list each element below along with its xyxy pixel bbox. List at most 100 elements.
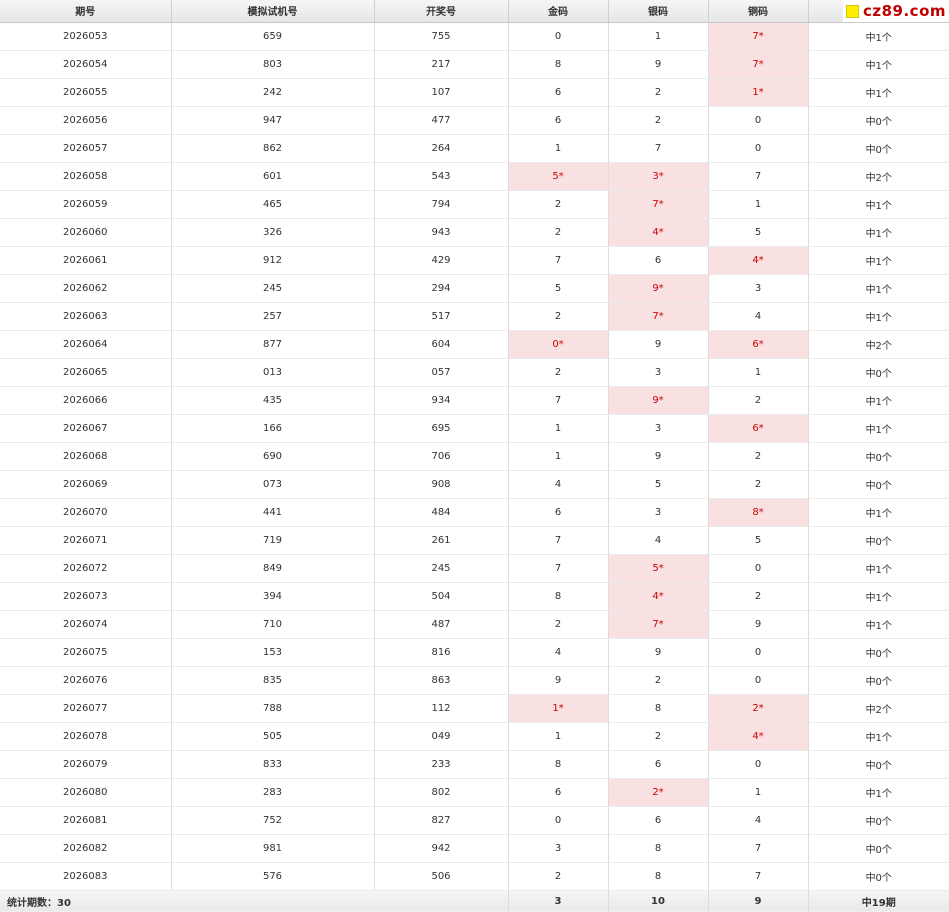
- summary-gold-total: 3: [508, 889, 609, 912]
- bronze-code-cell: 1: [708, 778, 809, 807]
- gold-code-cell: 2: [508, 610, 609, 639]
- table-body: 2026053 659 755 0 1 7* 中1个 2026054 803 217 8 9 7* 中1个…: [0, 22, 949, 891]
- table-row: 2026060 326 943 2 4* 5 中1个: [0, 218, 949, 247]
- result-cell: 中0个: [808, 862, 949, 891]
- silver-code-cell: 9*: [608, 274, 709, 303]
- sim-number-cell: 257: [171, 302, 375, 331]
- result-cell: 中1个: [808, 50, 949, 79]
- result-cell: 中0个: [808, 526, 949, 555]
- period-cell: 2026057: [0, 134, 172, 163]
- gold-code-cell: 5*: [508, 162, 609, 191]
- bronze-code-cell: 2: [708, 442, 809, 471]
- site-logo[interactable]: cz89.com: [843, 0, 949, 22]
- period-cell: 2026079: [0, 750, 172, 779]
- silver-code-cell: 4: [608, 526, 709, 555]
- result-cell: 中1个: [808, 722, 949, 751]
- table-row: 2026063 257 517 2 7* 4 中1个: [0, 302, 949, 331]
- gold-code-cell: 7: [508, 386, 609, 415]
- sim-number-cell: 835: [171, 666, 375, 695]
- sim-number-cell: 601: [171, 162, 375, 191]
- header-draw-number[interactable]: 开奖号: [374, 0, 509, 23]
- sim-number-cell: 576: [171, 862, 375, 891]
- gold-code-cell: 7: [508, 246, 609, 275]
- header-period[interactable]: 期号: [0, 0, 172, 23]
- period-cell: 2026073: [0, 582, 172, 611]
- result-cell: 中0个: [808, 806, 949, 835]
- logo-square-icon: [845, 4, 859, 18]
- table-row: 2026074 710 487 2 7* 9 中1个: [0, 610, 949, 639]
- draw-number-cell: 755: [374, 22, 509, 51]
- header-sim-number[interactable]: 模拟试机号: [171, 0, 375, 23]
- bronze-code-cell: 6*: [708, 330, 809, 359]
- period-cell: 2026069: [0, 470, 172, 499]
- bronze-code-cell: 4: [708, 806, 809, 835]
- silver-code-cell: 9: [608, 330, 709, 359]
- sim-number-cell: 394: [171, 582, 375, 611]
- gold-code-cell: 2: [508, 862, 609, 891]
- gold-code-cell: 7: [508, 554, 609, 583]
- bronze-code-cell: 5: [708, 218, 809, 247]
- header-bronze-code[interactable]: 铜码: [708, 0, 809, 23]
- table-row: 2026077 788 112 1* 8 2* 中2个: [0, 694, 949, 723]
- sim-number-cell: 862: [171, 134, 375, 163]
- table-row: 2026064 877 604 0* 9 6* 中2个: [0, 330, 949, 359]
- draw-number-cell: 517: [374, 302, 509, 331]
- period-cell: 2026074: [0, 610, 172, 639]
- sim-number-cell: 803: [171, 50, 375, 79]
- result-cell: 中0个: [808, 638, 949, 667]
- gold-code-cell: 2: [508, 190, 609, 219]
- draw-number-cell: 695: [374, 414, 509, 443]
- table-row: 2026057 862 264 1 7 0 中0个: [0, 134, 949, 163]
- result-cell: 中1个: [808, 78, 949, 107]
- draw-number-cell: 604: [374, 330, 509, 359]
- header-gold-code[interactable]: 金码: [508, 0, 609, 23]
- bronze-code-cell: 3: [708, 274, 809, 303]
- result-cell: 中2个: [808, 162, 949, 191]
- gold-code-cell: 8: [508, 50, 609, 79]
- result-cell: 中0个: [808, 470, 949, 499]
- gold-code-cell: 1: [508, 414, 609, 443]
- draw-number-cell: 827: [374, 806, 509, 835]
- silver-code-cell: 6: [608, 750, 709, 779]
- bronze-code-cell: 4: [708, 302, 809, 331]
- gold-code-cell: 8: [508, 582, 609, 611]
- sim-number-cell: 242: [171, 78, 375, 107]
- bronze-code-cell: 5: [708, 526, 809, 555]
- table-row: 2026067 166 695 1 3 6* 中1个: [0, 414, 949, 443]
- silver-code-cell: 7*: [608, 302, 709, 331]
- bronze-code-cell: 8*: [708, 498, 809, 527]
- table-row: 2026065 013 057 2 3 1 中0个: [0, 358, 949, 387]
- table-row: 2026058 601 543 5* 3* 7 中2个: [0, 162, 949, 191]
- silver-code-cell: 9: [608, 442, 709, 471]
- period-cell: 2026065: [0, 358, 172, 387]
- draw-number-cell: 049: [374, 722, 509, 751]
- silver-code-cell: 4*: [608, 218, 709, 247]
- bronze-code-cell: 2: [708, 470, 809, 499]
- draw-number-cell: 233: [374, 750, 509, 779]
- draw-number-cell: 706: [374, 442, 509, 471]
- result-cell: 中1个: [808, 498, 949, 527]
- period-cell: 2026067: [0, 414, 172, 443]
- bronze-code-cell: 9: [708, 610, 809, 639]
- table-row: 2026059 465 794 2 7* 1 中1个: [0, 190, 949, 219]
- result-cell: 中2个: [808, 694, 949, 723]
- sim-number-cell: 752: [171, 806, 375, 835]
- table-row: 2026071 719 261 7 4 5 中0个: [0, 526, 949, 555]
- gold-code-cell: 6: [508, 106, 609, 135]
- period-cell: 2026083: [0, 862, 172, 891]
- sim-number-cell: 788: [171, 694, 375, 723]
- result-cell: 中0个: [808, 834, 949, 863]
- silver-code-cell: 3: [608, 358, 709, 387]
- period-cell: 2026056: [0, 106, 172, 135]
- table-row: 2026069 073 908 4 5 2 中0个: [0, 470, 949, 499]
- table-row: 2026056 947 477 6 2 0 中0个: [0, 106, 949, 135]
- silver-code-cell: 9: [608, 638, 709, 667]
- header-silver-code[interactable]: 银码: [608, 0, 709, 23]
- silver-code-cell: 7: [608, 134, 709, 163]
- gold-code-cell: 1: [508, 134, 609, 163]
- gold-code-cell: 1*: [508, 694, 609, 723]
- sim-number-cell: 435: [171, 386, 375, 415]
- gold-code-cell: 0*: [508, 330, 609, 359]
- header-result: cz89.com: [808, 0, 949, 23]
- sim-number-cell: 166: [171, 414, 375, 443]
